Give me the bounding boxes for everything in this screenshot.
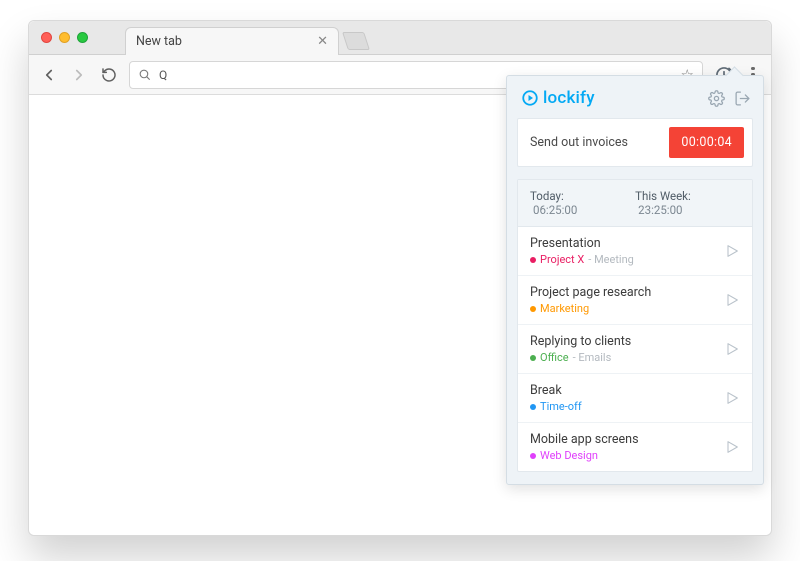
reload-button[interactable] xyxy=(99,65,119,85)
entry-subtitle: Web Design xyxy=(530,449,714,462)
back-button[interactable] xyxy=(39,65,59,85)
logout-button[interactable] xyxy=(733,89,751,107)
entries-card: Today: 06:25:00 This Week: 23:25:00 Pres… xyxy=(517,179,753,472)
today-label: Today: xyxy=(530,189,564,203)
task-name: Emails xyxy=(573,351,612,364)
search-icon xyxy=(138,68,151,81)
stats-bar: Today: 06:25:00 This Week: 23:25:00 xyxy=(518,180,752,227)
entry-title: Break xyxy=(530,383,714,398)
clockify-popup: lockify Send out invoices 00:00:04 Today… xyxy=(506,75,764,485)
project-color-dot xyxy=(530,306,536,312)
project-name: Marketing xyxy=(540,302,589,315)
window-controls xyxy=(41,32,88,43)
minimize-window-button[interactable] xyxy=(59,32,70,43)
play-button[interactable] xyxy=(722,290,742,310)
forward-button[interactable] xyxy=(69,65,89,85)
play-button[interactable] xyxy=(722,241,742,261)
timer-stop-button[interactable]: 00:00:04 xyxy=(669,127,744,158)
task-name: Meeting xyxy=(588,253,634,266)
entry-main: Presentation Project X Meeting xyxy=(530,236,714,266)
clockify-logo: lockify xyxy=(521,88,595,108)
clockify-logo-icon xyxy=(521,89,539,107)
project-color-dot xyxy=(530,404,536,410)
play-button[interactable] xyxy=(722,339,742,359)
entry-title: Presentation xyxy=(530,236,714,251)
popup-header: lockify xyxy=(507,76,763,118)
entry-subtitle: Time-off xyxy=(530,400,714,413)
project-name: Time-off xyxy=(540,400,582,413)
project-name: Office xyxy=(540,351,569,364)
browser-tab[interactable]: New tab ✕ xyxy=(125,27,339,55)
entry-subtitle: Office Emails xyxy=(530,351,714,364)
time-entry[interactable]: Project page research Marketing xyxy=(518,276,752,325)
clockify-logo-text: lockify xyxy=(543,88,595,108)
play-button[interactable] xyxy=(722,437,742,457)
new-tab-button[interactable] xyxy=(342,32,370,50)
entry-title: Mobile app screens xyxy=(530,432,714,447)
time-entry[interactable]: Break Time-off xyxy=(518,374,752,423)
close-tab-icon[interactable]: ✕ xyxy=(317,35,328,48)
url-text: Q xyxy=(159,68,167,82)
entry-main: Project page research Marketing xyxy=(530,285,714,315)
timer-description[interactable]: Send out invoices xyxy=(530,135,659,150)
project-color-dot xyxy=(530,257,536,263)
time-entry[interactable]: Replying to clients Office Emails xyxy=(518,325,752,374)
active-timer-card: Send out invoices 00:00:04 xyxy=(517,118,753,167)
project-color-dot xyxy=(530,453,536,459)
project-color-dot xyxy=(530,355,536,361)
close-window-button[interactable] xyxy=(41,32,52,43)
entry-subtitle: Marketing xyxy=(530,302,714,315)
project-name: Web Design xyxy=(540,449,598,462)
entry-main: Replying to clients Office Emails xyxy=(530,334,714,364)
entry-title: Project page research xyxy=(530,285,714,300)
week-label: This Week: xyxy=(635,189,691,203)
week-value: 23:25:00 xyxy=(638,203,682,217)
entry-subtitle: Project X Meeting xyxy=(530,253,714,266)
play-button[interactable] xyxy=(722,388,742,408)
maximize-window-button[interactable] xyxy=(77,32,88,43)
titlebar: New tab ✕ xyxy=(29,21,771,55)
settings-button[interactable] xyxy=(707,89,725,107)
time-entry[interactable]: Presentation Project X Meeting xyxy=(518,227,752,276)
time-entry[interactable]: Mobile app screens Web Design xyxy=(518,423,752,471)
entry-main: Mobile app screens Web Design xyxy=(530,432,714,462)
tab-title: New tab xyxy=(136,34,182,49)
today-value: 06:25:00 xyxy=(533,203,577,217)
entry-main: Break Time-off xyxy=(530,383,714,413)
entry-title: Replying to clients xyxy=(530,334,714,349)
project-name: Project X xyxy=(540,253,584,266)
